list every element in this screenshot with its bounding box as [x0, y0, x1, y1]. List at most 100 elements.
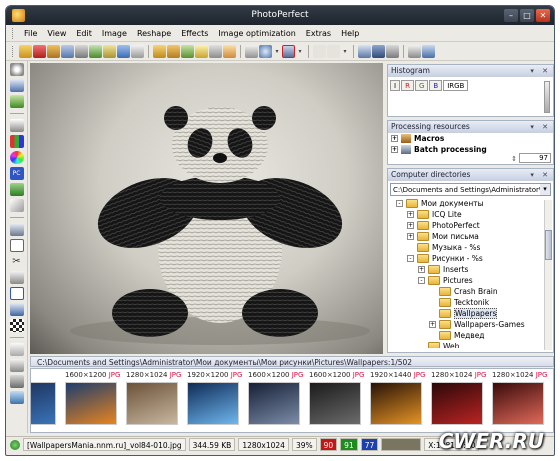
thumbnail-item[interactable]: 1280×1024 JPG: [428, 371, 486, 432]
tab-red[interactable]: R: [401, 80, 414, 91]
flip-tool-icon[interactable]: [9, 271, 24, 284]
thumbnail-item[interactable]: 1280×1024 JPG: [489, 371, 547, 432]
list-item[interactable]: + Macros: [388, 133, 553, 144]
thumbnail-item[interactable]: 1600×1200 JPG: [306, 371, 364, 432]
open-folder-icon[interactable]: [19, 44, 32, 58]
help-icon[interactable]: [422, 44, 435, 58]
tree-item[interactable]: + ICQ Lite: [388, 209, 553, 220]
tree-item[interactable]: - Рисунки - %s: [388, 253, 553, 264]
tree-item[interactable]: Wallpapers: [388, 308, 553, 319]
tree-scrollbar[interactable]: [544, 200, 552, 350]
panel-pin-close-icon[interactable]: ▾ ✕: [530, 169, 551, 181]
tree-item[interactable]: Crash Brain: [388, 286, 553, 297]
transform-tool-icon[interactable]: [9, 303, 24, 316]
menu-extras[interactable]: Extras: [301, 25, 336, 42]
fit-window-icon[interactable]: [282, 44, 295, 58]
thumbnail-item[interactable]: 1600×1200 JPG: [245, 371, 303, 432]
eraser-tool-icon[interactable]: [9, 199, 24, 212]
copy-to-icon[interactable]: [131, 44, 144, 58]
frame-icon[interactable]: [195, 44, 208, 58]
copy-icon[interactable]: [117, 44, 130, 58]
thumbnail-item[interactable]: 1920×1200 JPG: [184, 371, 242, 432]
thumbnail-item[interactable]: 1280×1024 JPG: [123, 371, 181, 432]
tree-item[interactable]: Музыка - %s: [388, 242, 553, 253]
scissors-icon[interactable]: ✂: [10, 255, 24, 268]
histogram-tool-icon[interactable]: [9, 119, 24, 132]
maximize-button[interactable]: □: [520, 9, 534, 22]
checkerboard-icon[interactable]: [9, 319, 24, 332]
browse-icon[interactable]: [47, 44, 60, 58]
path-combo[interactable]: C:\Documents and Settings\Administrator\…: [390, 183, 551, 196]
rectangle-select-icon[interactable]: [9, 239, 24, 252]
menu-reshape[interactable]: Reshape: [132, 25, 176, 42]
expand-icon[interactable]: +: [391, 135, 398, 142]
fit-dropdown-chevron-icon[interactable]: ▾: [296, 45, 304, 58]
tree-item[interactable]: Медвед: [388, 330, 553, 341]
watermark-tool-icon[interactable]: [9, 359, 24, 372]
color-wheel-icon[interactable]: [9, 151, 24, 164]
tree-item[interactable]: Tecktonik: [388, 297, 553, 308]
panel-pin-close-icon[interactable]: ▾ ✕: [530, 65, 551, 77]
tone-tool-icon[interactable]: [9, 183, 24, 196]
zoom-dropdown-chevron-icon[interactable]: ▾: [273, 45, 281, 58]
thumbnail-item[interactable]: 1920×1440 JPG: [367, 371, 425, 432]
brightness-tool-icon[interactable]: [9, 63, 24, 76]
spin-arrows-icon[interactable]: ⇕: [511, 155, 517, 163]
rgb-channels-icon[interactable]: [9, 135, 24, 148]
tree-item[interactable]: - Pictures: [388, 275, 553, 286]
expand-icon[interactable]: +: [429, 321, 436, 328]
histogram-slider[interactable]: [544, 81, 550, 113]
menu-image-optimization[interactable]: Image optimization: [213, 25, 300, 42]
menu-file[interactable]: File: [19, 25, 42, 42]
bar-chart-tool-icon[interactable]: [9, 391, 24, 404]
image-viewer[interactable]: [30, 63, 383, 354]
tree-item[interactable]: Web: [388, 341, 553, 348]
menu-help[interactable]: Help: [336, 25, 364, 42]
zoom-icon[interactable]: [259, 44, 272, 58]
menu-effects[interactable]: Effects: [176, 25, 213, 42]
panel-pin-close-icon[interactable]: ▾ ✕: [530, 121, 551, 133]
wand-icon[interactable]: [223, 44, 236, 58]
export-icon[interactable]: [89, 44, 102, 58]
expand-icon[interactable]: +: [407, 222, 414, 229]
resize-icon[interactable]: [167, 44, 180, 58]
next-image-icon[interactable]: [327, 44, 340, 58]
menubar-grip[interactable]: [12, 27, 15, 39]
rotate-icon[interactable]: [245, 44, 258, 58]
minimize-button[interactable]: –: [504, 9, 518, 22]
collapse-icon[interactable]: -: [407, 255, 414, 262]
rename-icon[interactable]: [103, 44, 116, 58]
collapse-icon[interactable]: -: [396, 200, 403, 207]
nav-dropdown-chevron-icon[interactable]: ▾: [341, 45, 349, 58]
tree-item[interactable]: + Inserts: [388, 264, 553, 275]
tree-item[interactable]: + Мои письма: [388, 231, 553, 242]
thumbnail-item[interactable]: 0 JPG: [31, 371, 59, 432]
print-preview-icon[interactable]: [386, 44, 399, 58]
text-tool-icon[interactable]: [9, 343, 24, 356]
scan-icon[interactable]: [61, 44, 74, 58]
close-file-icon[interactable]: [33, 44, 46, 58]
collapse-icon[interactable]: -: [418, 277, 425, 284]
save-as-icon[interactable]: [358, 44, 371, 58]
adjust-colors-icon[interactable]: [181, 44, 194, 58]
counter-field[interactable]: 97: [519, 153, 551, 163]
options-icon[interactable]: [408, 44, 421, 58]
select-tool-icon[interactable]: [9, 223, 24, 236]
thumbnail-item[interactable]: 1600×1200 JPG: [62, 371, 120, 432]
expand-icon[interactable]: +: [407, 233, 414, 240]
contrast-tool-icon[interactable]: [9, 79, 24, 92]
tree-item[interactable]: + PhotoPerfect: [388, 220, 553, 231]
frame-tool-icon[interactable]: [9, 287, 24, 300]
expand-icon[interactable]: +: [407, 211, 414, 218]
chevron-down-icon[interactable]: ▾: [540, 184, 550, 195]
tree-item[interactable]: - Мои документы: [388, 198, 553, 209]
tab-green[interactable]: G: [414, 80, 429, 91]
menu-view[interactable]: View: [42, 25, 71, 42]
grid-icon[interactable]: [209, 44, 222, 58]
stamp-tool-icon[interactable]: [9, 375, 24, 388]
close-button[interactable]: ✕: [536, 9, 550, 22]
pc-tool-icon[interactable]: PC: [9, 167, 24, 180]
menu-image[interactable]: Image: [97, 25, 132, 42]
tab-intensity[interactable]: I: [390, 80, 401, 91]
expand-icon[interactable]: +: [418, 266, 425, 273]
